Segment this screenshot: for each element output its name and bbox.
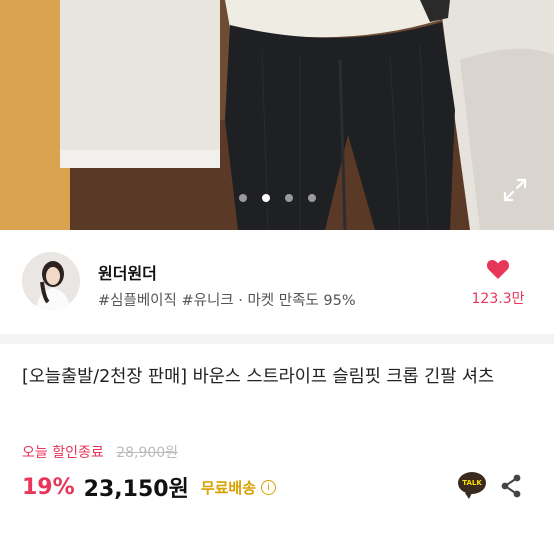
like-count: 123.3만 (471, 291, 525, 307)
discount-rate: 19% (22, 474, 75, 500)
seller-avatar[interactable] (22, 252, 80, 310)
original-price: 28,900원 (116, 445, 179, 461)
bottom-spacer (0, 538, 554, 554)
pagination-dot-active[interactable] (261, 194, 270, 202)
pagination-dot[interactable] (238, 194, 247, 202)
price-row: 19% 23,150원 무료배송 i (22, 472, 277, 502)
expand-icon (503, 178, 527, 202)
share-icon (501, 474, 521, 498)
heart-icon (486, 260, 510, 279)
discount-label: 오늘 할인종료 (22, 445, 104, 461)
seller-name[interactable]: 원더원더 (98, 260, 157, 284)
like-button[interactable]: 123.3만 (462, 258, 534, 308)
product-image-gallery[interactable] (0, 0, 554, 230)
discount-row: 오늘 할인종료 28,900원 (22, 442, 178, 462)
info-icon[interactable]: i (261, 479, 277, 495)
talk-icon: TALK (458, 472, 486, 499)
pagination-dot[interactable] (284, 194, 293, 202)
section-divider (0, 334, 554, 344)
seller-tags: #심플베이직 #유니크 · 마켓 만족도 95% (98, 293, 356, 309)
share-button[interactable] (500, 474, 522, 498)
seller-section: 원더원더 #심플베이직 #유니크 · 마켓 만족도 95% 123.3만 (0, 230, 554, 334)
sale-price: 23,150원 (83, 477, 189, 502)
talk-button[interactable]: TALK (458, 472, 488, 500)
product-title: [오늘출발/2천장 판매] 바운스 스트라이프 슬림핏 크롭 긴팔 셔츠 (22, 367, 495, 387)
expand-button[interactable] (501, 176, 529, 204)
gallery-pagination (0, 194, 554, 202)
pagination-dot[interactable] (307, 194, 316, 202)
free-shipping-label: 무료배송 (200, 478, 257, 497)
